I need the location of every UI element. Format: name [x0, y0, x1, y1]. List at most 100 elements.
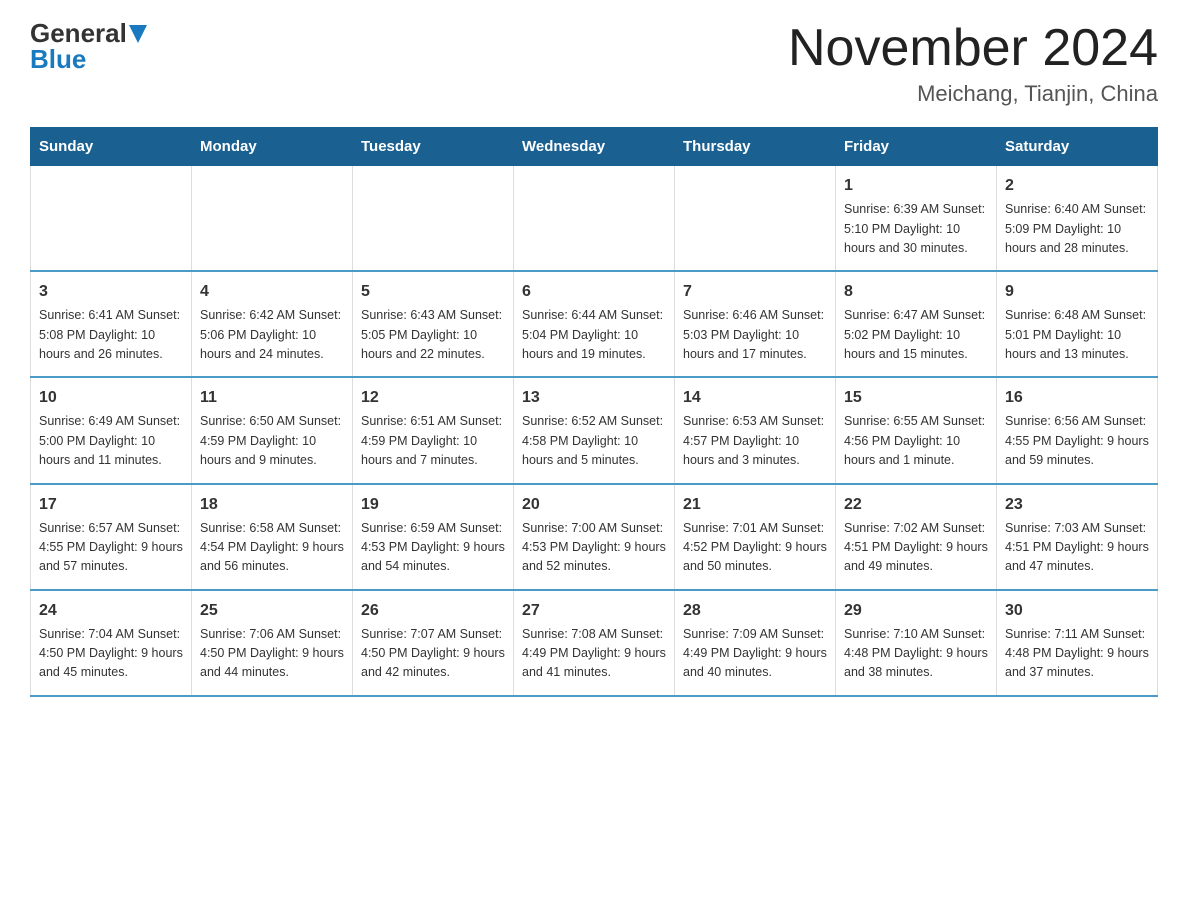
day-info: Sunrise: 7:07 AM Sunset: 4:50 PM Dayligh…: [361, 625, 505, 683]
calendar-cell: 3Sunrise: 6:41 AM Sunset: 5:08 PM Daylig…: [31, 271, 192, 377]
day-info: Sunrise: 6:41 AM Sunset: 5:08 PM Dayligh…: [39, 306, 183, 364]
day-number: 29: [844, 599, 988, 623]
calendar-cell: [353, 166, 514, 272]
day-number: 19: [361, 493, 505, 517]
day-info: Sunrise: 6:53 AM Sunset: 4:57 PM Dayligh…: [683, 412, 827, 470]
calendar-cell: 8Sunrise: 6:47 AM Sunset: 5:02 PM Daylig…: [836, 271, 997, 377]
calendar-cell: [31, 166, 192, 272]
day-number: 21: [683, 493, 827, 517]
calendar-cell: 1Sunrise: 6:39 AM Sunset: 5:10 PM Daylig…: [836, 166, 997, 272]
calendar-cell: 16Sunrise: 6:56 AM Sunset: 4:55 PM Dayli…: [997, 377, 1158, 483]
weekday-header-friday: Friday: [836, 128, 997, 166]
day-info: Sunrise: 6:48 AM Sunset: 5:01 PM Dayligh…: [1005, 306, 1149, 364]
day-number: 20: [522, 493, 666, 517]
calendar-week-row: 24Sunrise: 7:04 AM Sunset: 4:50 PM Dayli…: [31, 590, 1158, 696]
calendar-cell: 20Sunrise: 7:00 AM Sunset: 4:53 PM Dayli…: [514, 484, 675, 590]
day-info: Sunrise: 6:50 AM Sunset: 4:59 PM Dayligh…: [200, 412, 344, 470]
day-number: 25: [200, 599, 344, 623]
weekday-header-tuesday: Tuesday: [353, 128, 514, 166]
calendar-cell: 26Sunrise: 7:07 AM Sunset: 4:50 PM Dayli…: [353, 590, 514, 696]
day-info: Sunrise: 7:00 AM Sunset: 4:53 PM Dayligh…: [522, 519, 666, 577]
day-info: Sunrise: 6:39 AM Sunset: 5:10 PM Dayligh…: [844, 200, 988, 258]
day-info: Sunrise: 6:40 AM Sunset: 5:09 PM Dayligh…: [1005, 200, 1149, 258]
day-info: Sunrise: 7:09 AM Sunset: 4:49 PM Dayligh…: [683, 625, 827, 683]
calendar-cell: 19Sunrise: 6:59 AM Sunset: 4:53 PM Dayli…: [353, 484, 514, 590]
calendar-body: 1Sunrise: 6:39 AM Sunset: 5:10 PM Daylig…: [31, 166, 1158, 696]
day-info: Sunrise: 7:08 AM Sunset: 4:49 PM Dayligh…: [522, 625, 666, 683]
calendar-cell: 25Sunrise: 7:06 AM Sunset: 4:50 PM Dayli…: [192, 590, 353, 696]
calendar-cell: 13Sunrise: 6:52 AM Sunset: 4:58 PM Dayli…: [514, 377, 675, 483]
calendar-cell: 4Sunrise: 6:42 AM Sunset: 5:06 PM Daylig…: [192, 271, 353, 377]
calendar-cell: 15Sunrise: 6:55 AM Sunset: 4:56 PM Dayli…: [836, 377, 997, 483]
calendar-cell: [514, 166, 675, 272]
day-info: Sunrise: 6:44 AM Sunset: 5:04 PM Dayligh…: [522, 306, 666, 364]
day-info: Sunrise: 6:57 AM Sunset: 4:55 PM Dayligh…: [39, 519, 183, 577]
day-info: Sunrise: 6:47 AM Sunset: 5:02 PM Dayligh…: [844, 306, 988, 364]
day-number: 6: [522, 280, 666, 304]
day-number: 17: [39, 493, 183, 517]
logo: General Blue: [30, 20, 147, 72]
day-number: 2: [1005, 174, 1149, 198]
day-number: 10: [39, 386, 183, 410]
calendar-table: SundayMondayTuesdayWednesdayThursdayFrid…: [30, 127, 1158, 697]
title-block: November 2024 Meichang, Tianjin, China: [788, 20, 1158, 107]
calendar-week-row: 1Sunrise: 6:39 AM Sunset: 5:10 PM Daylig…: [31, 166, 1158, 272]
weekday-header-sunday: Sunday: [31, 128, 192, 166]
day-number: 16: [1005, 386, 1149, 410]
calendar-cell: 18Sunrise: 6:58 AM Sunset: 4:54 PM Dayli…: [192, 484, 353, 590]
calendar-header: SundayMondayTuesdayWednesdayThursdayFrid…: [31, 128, 1158, 166]
calendar-cell: 17Sunrise: 6:57 AM Sunset: 4:55 PM Dayli…: [31, 484, 192, 590]
day-info: Sunrise: 7:11 AM Sunset: 4:48 PM Dayligh…: [1005, 625, 1149, 683]
weekday-header-row: SundayMondayTuesdayWednesdayThursdayFrid…: [31, 128, 1158, 166]
day-number: 26: [361, 599, 505, 623]
calendar-cell: 7Sunrise: 6:46 AM Sunset: 5:03 PM Daylig…: [675, 271, 836, 377]
calendar-cell: [675, 166, 836, 272]
calendar-cell: 12Sunrise: 6:51 AM Sunset: 4:59 PM Dayli…: [353, 377, 514, 483]
calendar-cell: 23Sunrise: 7:03 AM Sunset: 4:51 PM Dayli…: [997, 484, 1158, 590]
calendar-cell: 11Sunrise: 6:50 AM Sunset: 4:59 PM Dayli…: [192, 377, 353, 483]
logo-general-text: General: [30, 20, 127, 46]
day-number: 30: [1005, 599, 1149, 623]
day-number: 9: [1005, 280, 1149, 304]
day-info: Sunrise: 7:10 AM Sunset: 4:48 PM Dayligh…: [844, 625, 988, 683]
day-info: Sunrise: 6:56 AM Sunset: 4:55 PM Dayligh…: [1005, 412, 1149, 470]
day-number: 18: [200, 493, 344, 517]
day-info: Sunrise: 6:59 AM Sunset: 4:53 PM Dayligh…: [361, 519, 505, 577]
day-number: 4: [200, 280, 344, 304]
calendar-cell: 10Sunrise: 6:49 AM Sunset: 5:00 PM Dayli…: [31, 377, 192, 483]
day-number: 14: [683, 386, 827, 410]
calendar-cell: 5Sunrise: 6:43 AM Sunset: 5:05 PM Daylig…: [353, 271, 514, 377]
weekday-header-monday: Monday: [192, 128, 353, 166]
day-info: Sunrise: 6:43 AM Sunset: 5:05 PM Dayligh…: [361, 306, 505, 364]
day-number: 13: [522, 386, 666, 410]
calendar-cell: 28Sunrise: 7:09 AM Sunset: 4:49 PM Dayli…: [675, 590, 836, 696]
weekday-header-saturday: Saturday: [997, 128, 1158, 166]
calendar-cell: 24Sunrise: 7:04 AM Sunset: 4:50 PM Dayli…: [31, 590, 192, 696]
day-info: Sunrise: 6:46 AM Sunset: 5:03 PM Dayligh…: [683, 306, 827, 364]
calendar-cell: 21Sunrise: 7:01 AM Sunset: 4:52 PM Dayli…: [675, 484, 836, 590]
day-number: 5: [361, 280, 505, 304]
day-number: 23: [1005, 493, 1149, 517]
weekday-header-wednesday: Wednesday: [514, 128, 675, 166]
logo-blue-text: Blue: [30, 46, 86, 72]
calendar-week-row: 17Sunrise: 6:57 AM Sunset: 4:55 PM Dayli…: [31, 484, 1158, 590]
calendar-week-row: 3Sunrise: 6:41 AM Sunset: 5:08 PM Daylig…: [31, 271, 1158, 377]
calendar-cell: 27Sunrise: 7:08 AM Sunset: 4:49 PM Dayli…: [514, 590, 675, 696]
day-info: Sunrise: 6:52 AM Sunset: 4:58 PM Dayligh…: [522, 412, 666, 470]
calendar-cell: 2Sunrise: 6:40 AM Sunset: 5:09 PM Daylig…: [997, 166, 1158, 272]
day-info: Sunrise: 7:03 AM Sunset: 4:51 PM Dayligh…: [1005, 519, 1149, 577]
day-info: Sunrise: 6:49 AM Sunset: 5:00 PM Dayligh…: [39, 412, 183, 470]
day-number: 7: [683, 280, 827, 304]
day-number: 11: [200, 386, 344, 410]
calendar-week-row: 10Sunrise: 6:49 AM Sunset: 5:00 PM Dayli…: [31, 377, 1158, 483]
logo-triangle-icon: [129, 25, 147, 43]
weekday-header-thursday: Thursday: [675, 128, 836, 166]
day-number: 8: [844, 280, 988, 304]
calendar-cell: 6Sunrise: 6:44 AM Sunset: 5:04 PM Daylig…: [514, 271, 675, 377]
day-info: Sunrise: 6:51 AM Sunset: 4:59 PM Dayligh…: [361, 412, 505, 470]
day-number: 24: [39, 599, 183, 623]
day-number: 3: [39, 280, 183, 304]
calendar-cell: [192, 166, 353, 272]
day-info: Sunrise: 7:02 AM Sunset: 4:51 PM Dayligh…: [844, 519, 988, 577]
page-header: General Blue November 2024 Meichang, Tia…: [30, 20, 1158, 107]
